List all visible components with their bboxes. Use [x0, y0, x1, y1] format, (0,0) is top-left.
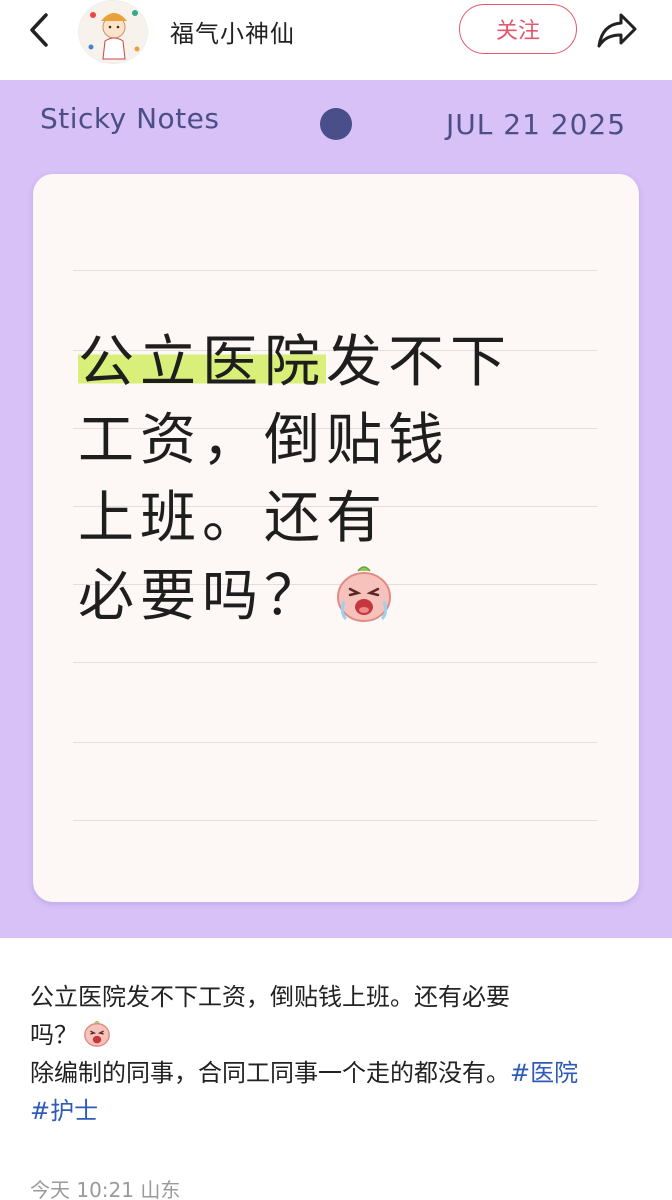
post-image[interactable]: Sticky Notes JUL 21 2025 公立医院发不下 工资，倒贴钱 …: [0, 80, 672, 938]
caption-line-4: #护士: [30, 1092, 642, 1130]
note-line-3: 上班。还有: [78, 486, 388, 551]
sticky-notes-title: Sticky Notes: [40, 102, 220, 135]
note-line-1: 公立医院发不下: [78, 324, 578, 402]
sticky-notes-date: JUL 21 2025: [446, 108, 627, 141]
caption-line-3-text: 除编制的同事，合同工同事一个走的都没有。: [30, 1059, 510, 1087]
caption-line-1: 公立医院发不下工资，倒贴钱上班。还有必要: [30, 983, 510, 1011]
post-meta: 今天 10:21 山东: [30, 1178, 181, 1200]
pin-dot: [320, 108, 352, 140]
crying-peach-emoji-icon: [84, 1020, 110, 1047]
crying-peach-emoji-icon: [337, 566, 391, 622]
caption-line-2: 吗？: [30, 1016, 642, 1054]
caption-line-2-text: 吗？: [30, 1021, 78, 1049]
note-line-4: 必要吗？: [78, 558, 578, 636]
avatar-illustration: [79, 1, 147, 63]
note-rule: [73, 662, 597, 663]
chevron-left-icon: [30, 13, 48, 47]
avatar[interactable]: [78, 0, 148, 64]
note-line-1-rest: 发不下: [326, 330, 512, 395]
note-card: 公立医院发不下 工资，倒贴钱 上班。还有 必要吗？: [33, 174, 639, 902]
note-line-2: 工资，倒贴钱: [78, 408, 450, 473]
share-arrow-icon: [597, 13, 637, 48]
hashtag-hospital[interactable]: #医院: [510, 1059, 578, 1087]
follow-button[interactable]: 关注: [459, 4, 577, 54]
hashtag-nurse[interactable]: #护士: [30, 1097, 98, 1125]
post-caption: 公立医院发不下工资，倒贴钱上班。还有必要 吗？ 除编制的同事，合同工同事一个走的…: [30, 978, 642, 1130]
top-bar: 福气小神仙 关注: [0, 0, 672, 80]
username[interactable]: 福气小神仙: [170, 14, 295, 49]
note-line-4-text: 必要吗？: [78, 564, 326, 629]
back-button[interactable]: [22, 12, 58, 48]
caption-line-3: 除编制的同事，合同工同事一个走的都没有。#医院: [30, 1054, 642, 1092]
note-rule: [73, 742, 597, 743]
note-text: 公立医院发不下 工资，倒贴钱 上班。还有 必要吗？: [78, 324, 578, 636]
highlighted-text: 公立医院: [78, 330, 326, 395]
note-rule: [73, 270, 597, 271]
share-button[interactable]: [594, 8, 640, 52]
note-rule: [73, 820, 597, 821]
